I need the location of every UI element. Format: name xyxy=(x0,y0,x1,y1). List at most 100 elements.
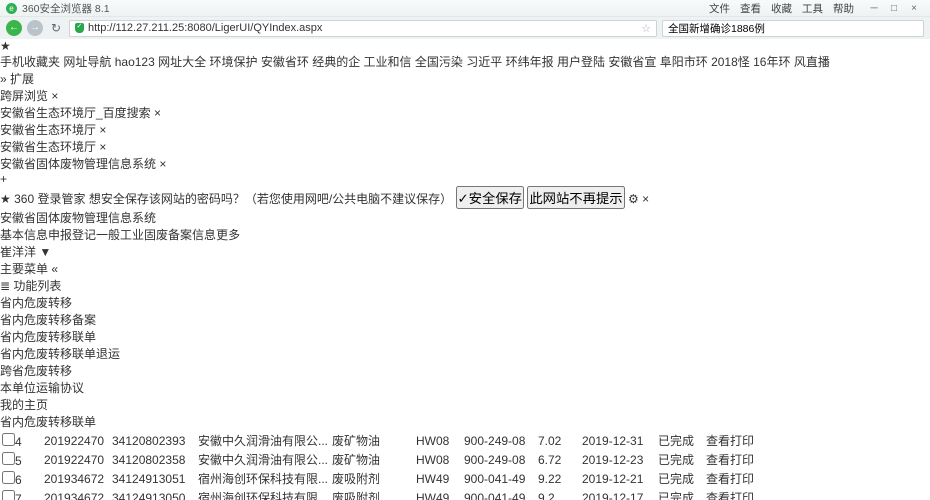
nav-item[interactable]: 申报登记 xyxy=(48,228,96,242)
app-nav: 基本信息申报登记一般工业固废备案信息更多 xyxy=(0,226,930,243)
row-checkbox[interactable] xyxy=(2,452,15,465)
browser-tab[interactable]: 安徽省固体废物管理信息系统 × xyxy=(0,155,930,172)
address-bar[interactable]: ☆ xyxy=(69,20,657,37)
browser-tab[interactable]: 安徽省生态环境厅 × xyxy=(0,121,930,138)
view-link[interactable]: 查看 xyxy=(706,472,730,486)
back-button[interactable]: ← xyxy=(6,20,22,36)
tab-close-icon[interactable]: × xyxy=(154,106,161,120)
tab-close-icon[interactable]: × xyxy=(159,157,166,171)
sidebar-item[interactable]: 省内危废转移备案 xyxy=(0,311,930,328)
bookmark-item[interactable]: 经典的企 xyxy=(312,55,360,69)
cell-company: 宿州海创环保科技有限... xyxy=(198,470,330,487)
tab-close-icon[interactable]: × xyxy=(99,123,106,137)
menu-item[interactable]: 工具 xyxy=(802,1,823,16)
view-link[interactable]: 查看 xyxy=(706,491,730,500)
save-password-button[interactable]: ✓安全保存 xyxy=(456,186,524,209)
sidebar-header: 主要菜单 « xyxy=(0,260,930,277)
menu-item[interactable]: 收藏 xyxy=(771,1,792,16)
content-tab-list: 我的主页省内危废转移联单 xyxy=(0,396,930,430)
cell-plan-id: 201922470 xyxy=(44,451,110,468)
view-link[interactable]: 查看 xyxy=(706,453,730,467)
cell-status: 已完成 xyxy=(658,489,704,500)
cell-manifest-no: 34120802358 xyxy=(112,451,196,468)
extensions-button[interactable]: 扩展 xyxy=(10,72,34,86)
cell-manifest-no: 34124913051 xyxy=(112,470,196,487)
bookmark-item[interactable]: 16年环 xyxy=(753,55,790,69)
minimize-button[interactable]: ─ xyxy=(864,3,884,14)
tab-close-icon[interactable]: × xyxy=(99,140,106,154)
bookmark-item[interactable]: 安徽省环 xyxy=(261,55,309,69)
url-input[interactable] xyxy=(88,22,637,34)
search-box[interactable] xyxy=(662,20,924,37)
bookmarks-overflow-icon[interactable]: » xyxy=(0,72,7,86)
bookmark-item[interactable]: 环境保护 xyxy=(209,55,257,69)
notification-close-icon[interactable]: × xyxy=(642,192,649,206)
nav-item[interactable]: 一般工业固废 xyxy=(96,228,168,242)
settings-gear-icon[interactable]: ⚙ xyxy=(628,192,639,206)
cell-quantity: 6.72 xyxy=(538,451,580,468)
browser-tab[interactable]: 安徽省生态环境厅 × xyxy=(0,138,930,155)
sidebar-item[interactable]: 跨省危废转移 xyxy=(0,362,930,379)
maximize-button[interactable]: □ xyxy=(884,3,904,14)
row-number: 5 xyxy=(15,454,22,468)
bookmark-item[interactable]: 用户登陆 xyxy=(557,55,605,69)
search-input[interactable] xyxy=(668,22,910,34)
cell-date: 2019-12-21 xyxy=(582,470,656,487)
bookmark-item[interactable]: hao123 xyxy=(115,55,155,69)
dismiss-site-button[interactable]: 此网站不再提示 xyxy=(527,186,624,209)
browser-tab[interactable]: 安徽省生态环境厅_百度搜索 × xyxy=(0,104,930,121)
cell-plan-id: 201934672 xyxy=(44,470,110,487)
bookmark-item[interactable]: 网址大全 xyxy=(158,55,206,69)
row-number: 7 xyxy=(15,492,22,500)
sidebar-item[interactable]: 省内危废转移 xyxy=(0,294,930,311)
sidebar-item[interactable]: 省内危废转移联单 xyxy=(0,328,930,345)
bookmark-item[interactable]: 2018怪 xyxy=(711,55,750,69)
table-row: 7 201934672 34124913050 宿州海创环保科技有限... 废吸… xyxy=(2,489,768,500)
menu-item[interactable]: 帮助 xyxy=(833,1,854,16)
row-checkbox[interactable] xyxy=(2,490,15,500)
bookmark-item[interactable]: 手机收藏夹 xyxy=(0,55,60,69)
bookmark-item[interactable]: 习近平 xyxy=(466,55,502,69)
print-link[interactable]: 打印 xyxy=(730,491,754,500)
nav-item[interactable]: 基本信息 xyxy=(0,228,48,242)
sidebar-section-header[interactable]: ≣ 功能列表 xyxy=(0,277,930,294)
sidebar-item[interactable]: 省内危废转移联单退运 xyxy=(0,345,930,362)
close-button[interactable]: × xyxy=(904,3,924,14)
bookmark-item[interactable]: 工业和信 xyxy=(364,55,412,69)
cell-waste-code: 900-249-08 xyxy=(464,432,536,449)
browser-tab[interactable]: 跨屏浏览 × xyxy=(0,87,930,104)
view-link[interactable]: 查看 xyxy=(706,434,730,448)
tab-close-icon[interactable]: × xyxy=(51,89,58,103)
favorite-star-icon[interactable]: ☆ xyxy=(641,22,651,35)
chevron-down-icon: ▼ xyxy=(39,245,51,259)
favorites-icon[interactable]: ★ xyxy=(0,39,11,53)
nav-item[interactable]: 更多 xyxy=(216,228,240,242)
bookmark-item[interactable]: 网址导航 xyxy=(63,55,111,69)
content-tab[interactable]: 省内危废转移联单 xyxy=(0,413,930,430)
sidebar-item[interactable]: 本单位运输协议 xyxy=(0,379,930,396)
user-menu[interactable]: 崔洋洋 ▼ xyxy=(0,243,930,260)
collapse-icon[interactable]: « xyxy=(51,262,58,276)
bookmark-item[interactable]: 风直播 xyxy=(794,55,830,69)
bookmark-item[interactable]: 全国污染 xyxy=(415,55,463,69)
bookmark-item[interactable]: 环纬年报 xyxy=(506,55,554,69)
menu-item[interactable]: 查看 xyxy=(740,1,761,16)
forward-button[interactable]: → xyxy=(27,20,43,36)
row-checkbox[interactable] xyxy=(2,433,15,446)
cell-status: 已完成 xyxy=(658,432,704,449)
menu-item[interactable]: 文件 xyxy=(709,1,730,16)
browser-title: 360安全浏览器 8.1 xyxy=(22,1,110,16)
bookmark-item[interactable]: 安徽省宣 xyxy=(608,55,656,69)
new-tab-button[interactable]: + xyxy=(0,172,7,186)
nav-item[interactable]: 备案信息 xyxy=(168,228,216,242)
row-checkbox[interactable] xyxy=(2,471,15,484)
app-header: 安徽省固体废物管理信息系统 基本信息申报登记一般工业固废备案信息更多 崔洋洋 ▼ xyxy=(0,209,930,260)
brand-label: 360 登录管家 xyxy=(14,192,85,206)
content-tab[interactable]: 我的主页 xyxy=(0,396,930,413)
refresh-button[interactable]: ↻ xyxy=(48,21,64,35)
cell-actions: 查看打印 xyxy=(706,451,768,468)
print-link[interactable]: 打印 xyxy=(730,453,754,467)
print-link[interactable]: 打印 xyxy=(730,434,754,448)
bookmark-item[interactable]: 阜阳市环 xyxy=(660,55,708,69)
print-link[interactable]: 打印 xyxy=(730,472,754,486)
